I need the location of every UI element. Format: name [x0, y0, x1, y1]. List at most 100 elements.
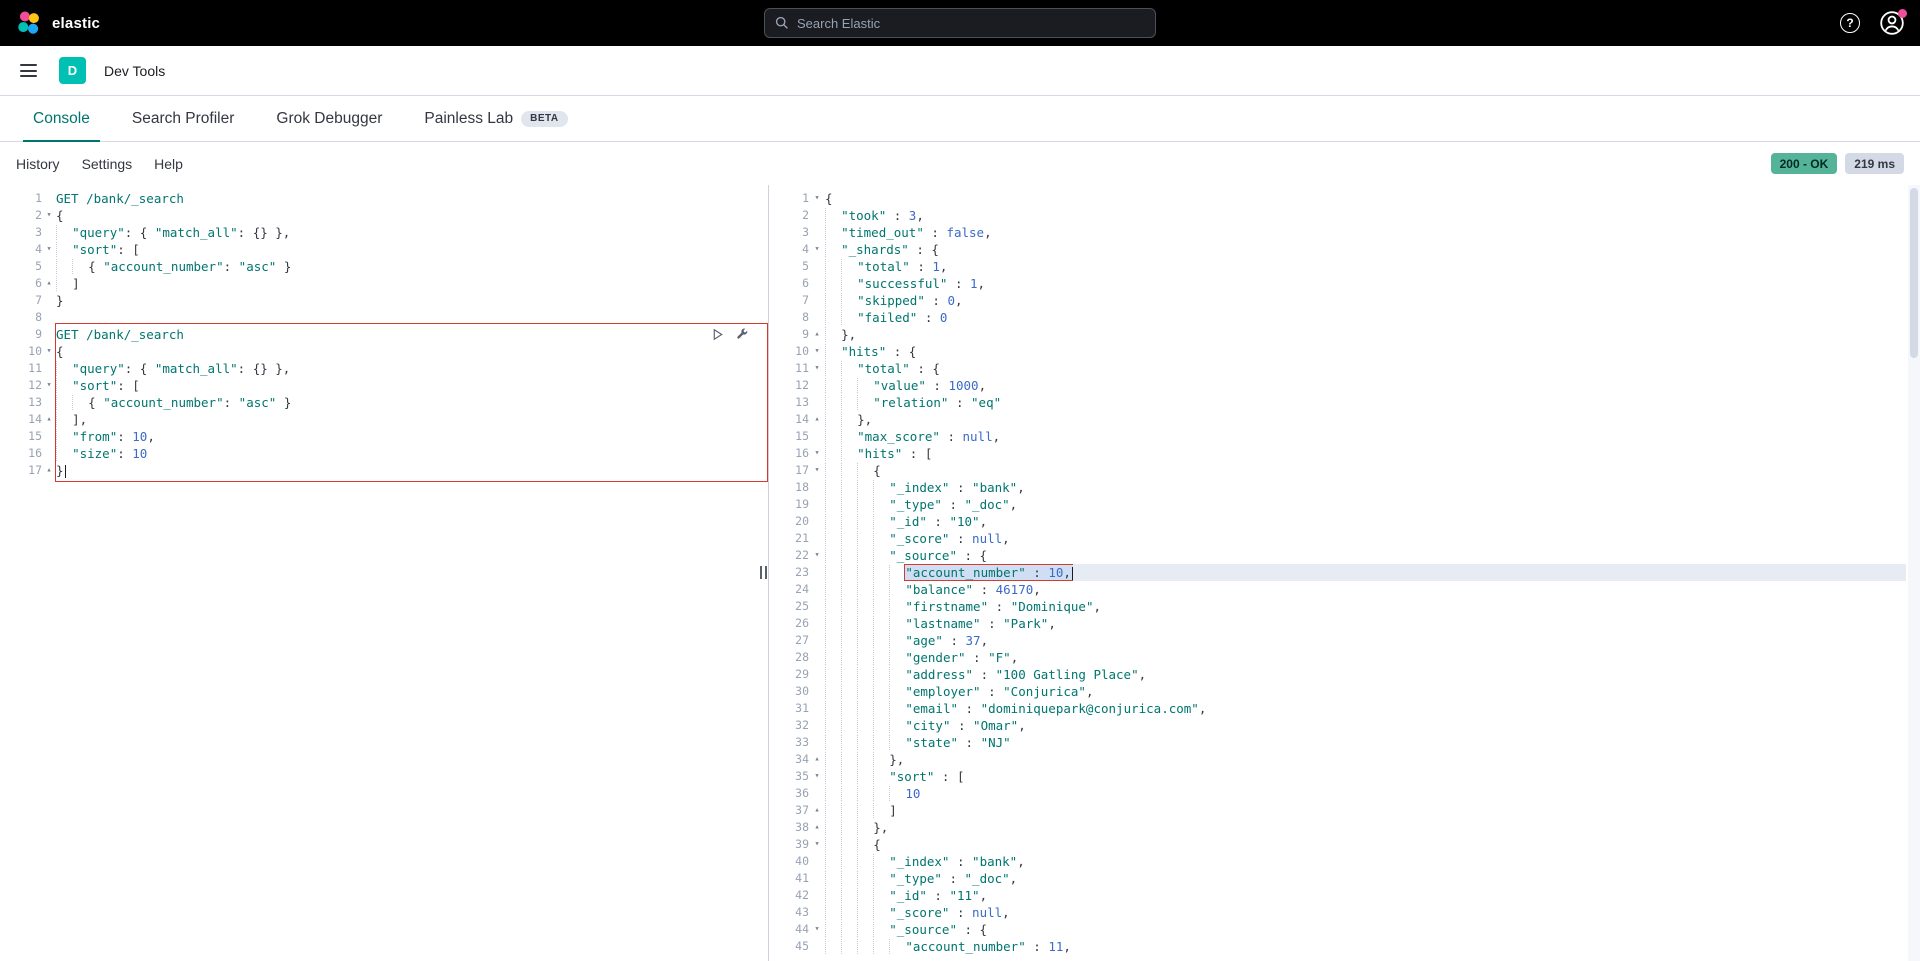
request-line-16[interactable]: 16 "size": 10 [10, 445, 768, 462]
send-request-button[interactable] [710, 327, 725, 342]
response-line-17[interactable]: 17▾ { [769, 462, 1906, 479]
response-line-3[interactable]: 3 "timed_out" : false, [769, 224, 1906, 241]
space-badge-default[interactable]: D [59, 57, 86, 84]
fold-toggle-icon[interactable]: ▴ [809, 326, 825, 343]
response-line-39[interactable]: 39▾ { [769, 836, 1906, 853]
response-line-14[interactable]: 14▴ }, [769, 411, 1906, 428]
fold-toggle-icon[interactable]: ▴ [42, 411, 56, 428]
request-line-3[interactable]: 3 "query": { "match_all": {} }, [10, 224, 768, 241]
response-line-6[interactable]: 6 "successful" : 1, [769, 275, 1906, 292]
response-line-36[interactable]: 36 10 [769, 785, 1906, 802]
menu-help[interactable]: Help [154, 156, 183, 172]
response-line-27[interactable]: 27 "age" : 37, [769, 632, 1906, 649]
response-line-43[interactable]: 43 "_score" : null, [769, 904, 1906, 921]
request-line-6[interactable]: 6▴ ] [10, 275, 768, 292]
response-line-44[interactable]: 44▾ "_source" : { [769, 921, 1906, 938]
fold-toggle-icon[interactable]: ▾ [42, 377, 56, 394]
request-line-1[interactable]: 1GET /bank/_search [10, 190, 768, 207]
fold-toggle-icon[interactable]: ▴ [809, 802, 825, 819]
response-line-8[interactable]: 8 "failed" : 0 [769, 309, 1906, 326]
response-editor[interactable]: 1▾{2 "took" : 3,3 "timed_out" : false,4▾… [769, 185, 1920, 961]
response-line-10[interactable]: 10▾ "hits" : { [769, 343, 1906, 360]
response-line-23[interactable]: 23 "account_number" : 10, [769, 564, 1906, 581]
fold-toggle-icon[interactable]: ▴ [809, 751, 825, 768]
request-line-7[interactable]: 7} [10, 292, 768, 309]
response-line-22[interactable]: 22▾ "_source" : { [769, 547, 1906, 564]
response-line-7[interactable]: 7 "skipped" : 0, [769, 292, 1906, 309]
response-line-19[interactable]: 19 "_type" : "_doc", [769, 496, 1906, 513]
response-line-35[interactable]: 35▾ "sort" : [ [769, 768, 1906, 785]
response-line-20[interactable]: 20 "_id" : "10", [769, 513, 1906, 530]
fold-toggle-icon[interactable]: ▾ [809, 921, 825, 938]
response-line-45[interactable]: 45 "account_number" : 11, [769, 938, 1906, 955]
fold-toggle-icon[interactable]: ▾ [809, 547, 825, 564]
global-search[interactable] [764, 8, 1156, 38]
scrollbar-thumb[interactable] [1910, 188, 1918, 358]
response-line-26[interactable]: 26 "lastname" : "Park", [769, 615, 1906, 632]
response-line-42[interactable]: 42 "_id" : "11", [769, 887, 1906, 904]
response-line-31[interactable]: 31 "email" : "dominiquepark@conjurica.co… [769, 700, 1906, 717]
fold-toggle-icon[interactable]: ▴ [809, 819, 825, 836]
request-line-17[interactable]: 17▴} [10, 462, 768, 479]
request-editor[interactable]: 1GET /bank/_search2▾{3 "query": { "match… [10, 185, 768, 961]
panel-resize-handle-icon[interactable] [760, 566, 767, 579]
fold-toggle-icon[interactable]: ▾ [809, 360, 825, 377]
fold-toggle-icon[interactable]: ▾ [809, 343, 825, 360]
response-line-9[interactable]: 9▴ }, [769, 326, 1906, 343]
request-line-2[interactable]: 2▾{ [10, 207, 768, 224]
fold-toggle-icon[interactable]: ▾ [809, 768, 825, 785]
response-line-15[interactable]: 15 "max_score" : null, [769, 428, 1906, 445]
response-line-16[interactable]: 16▾ "hits" : [ [769, 445, 1906, 462]
response-line-38[interactable]: 38▴ }, [769, 819, 1906, 836]
response-line-25[interactable]: 25 "firstname" : "Dominique", [769, 598, 1906, 615]
response-line-30[interactable]: 30 "employer" : "Conjurica", [769, 683, 1906, 700]
request-line-12[interactable]: 12▾ "sort": [ [10, 377, 768, 394]
response-scrollbar[interactable] [1908, 185, 1920, 961]
response-line-34[interactable]: 34▴ }, [769, 751, 1906, 768]
tab-search-profiler[interactable]: Search Profiler [122, 96, 245, 141]
menu-settings[interactable]: Settings [82, 156, 133, 172]
request-options-button[interactable] [735, 327, 750, 342]
request-line-14[interactable]: 14▴ ], [10, 411, 768, 428]
request-line-13[interactable]: 13 { "account_number": "asc" } [10, 394, 768, 411]
response-line-29[interactable]: 29 "address" : "100 Gatling Place", [769, 666, 1906, 683]
response-line-28[interactable]: 28 "gender" : "F", [769, 649, 1906, 666]
fold-toggle-icon[interactable]: ▴ [809, 411, 825, 428]
response-line-32[interactable]: 32 "city" : "Omar", [769, 717, 1906, 734]
response-line-1[interactable]: 1▾{ [769, 190, 1906, 207]
fold-toggle-icon[interactable]: ▾ [809, 190, 825, 207]
request-line-5[interactable]: 5 { "account_number": "asc" } [10, 258, 768, 275]
menu-hamburger-icon[interactable] [16, 60, 41, 81]
response-line-12[interactable]: 12 "value" : 1000, [769, 377, 1906, 394]
tab-painless-lab[interactable]: Painless LabBETA [414, 96, 577, 141]
request-line-8[interactable]: 8 [10, 309, 768, 326]
request-line-11[interactable]: 11 "query": { "match_all": {} }, [10, 360, 768, 377]
menu-history[interactable]: History [16, 156, 60, 172]
fold-toggle-icon[interactable]: ▾ [809, 836, 825, 853]
fold-toggle-icon[interactable]: ▾ [42, 207, 56, 224]
fold-toggle-icon[interactable]: ▾ [42, 241, 56, 258]
user-avatar[interactable] [1880, 11, 1904, 35]
response-line-33[interactable]: 33 "state" : "NJ" [769, 734, 1906, 751]
response-line-41[interactable]: 41 "_type" : "_doc", [769, 870, 1906, 887]
request-line-10[interactable]: 10▾{ [10, 343, 768, 360]
response-line-2[interactable]: 2 "took" : 3, [769, 207, 1906, 224]
response-line-21[interactable]: 21 "_score" : null, [769, 530, 1906, 547]
request-line-4[interactable]: 4▾ "sort": [ [10, 241, 768, 258]
response-line-18[interactable]: 18 "_index" : "bank", [769, 479, 1906, 496]
request-line-9[interactable]: 9GET /bank/_search [10, 326, 768, 343]
response-line-5[interactable]: 5 "total" : 1, [769, 258, 1906, 275]
fold-toggle-icon[interactable]: ▾ [809, 462, 825, 479]
tab-console[interactable]: Console [23, 96, 100, 141]
fold-toggle-icon[interactable]: ▾ [809, 445, 825, 462]
fold-toggle-icon[interactable]: ▾ [42, 343, 56, 360]
response-line-4[interactable]: 4▾ "_shards" : { [769, 241, 1906, 258]
response-line-40[interactable]: 40 "_index" : "bank", [769, 853, 1906, 870]
fold-toggle-icon[interactable]: ▴ [42, 462, 56, 479]
request-line-15[interactable]: 15 "from": 10, [10, 428, 768, 445]
response-line-13[interactable]: 13 "relation" : "eq" [769, 394, 1906, 411]
response-line-37[interactable]: 37▴ ] [769, 802, 1906, 819]
response-line-11[interactable]: 11▾ "total" : { [769, 360, 1906, 377]
help-icon[interactable]: ? [1840, 13, 1860, 33]
fold-toggle-icon[interactable]: ▾ [809, 241, 825, 258]
